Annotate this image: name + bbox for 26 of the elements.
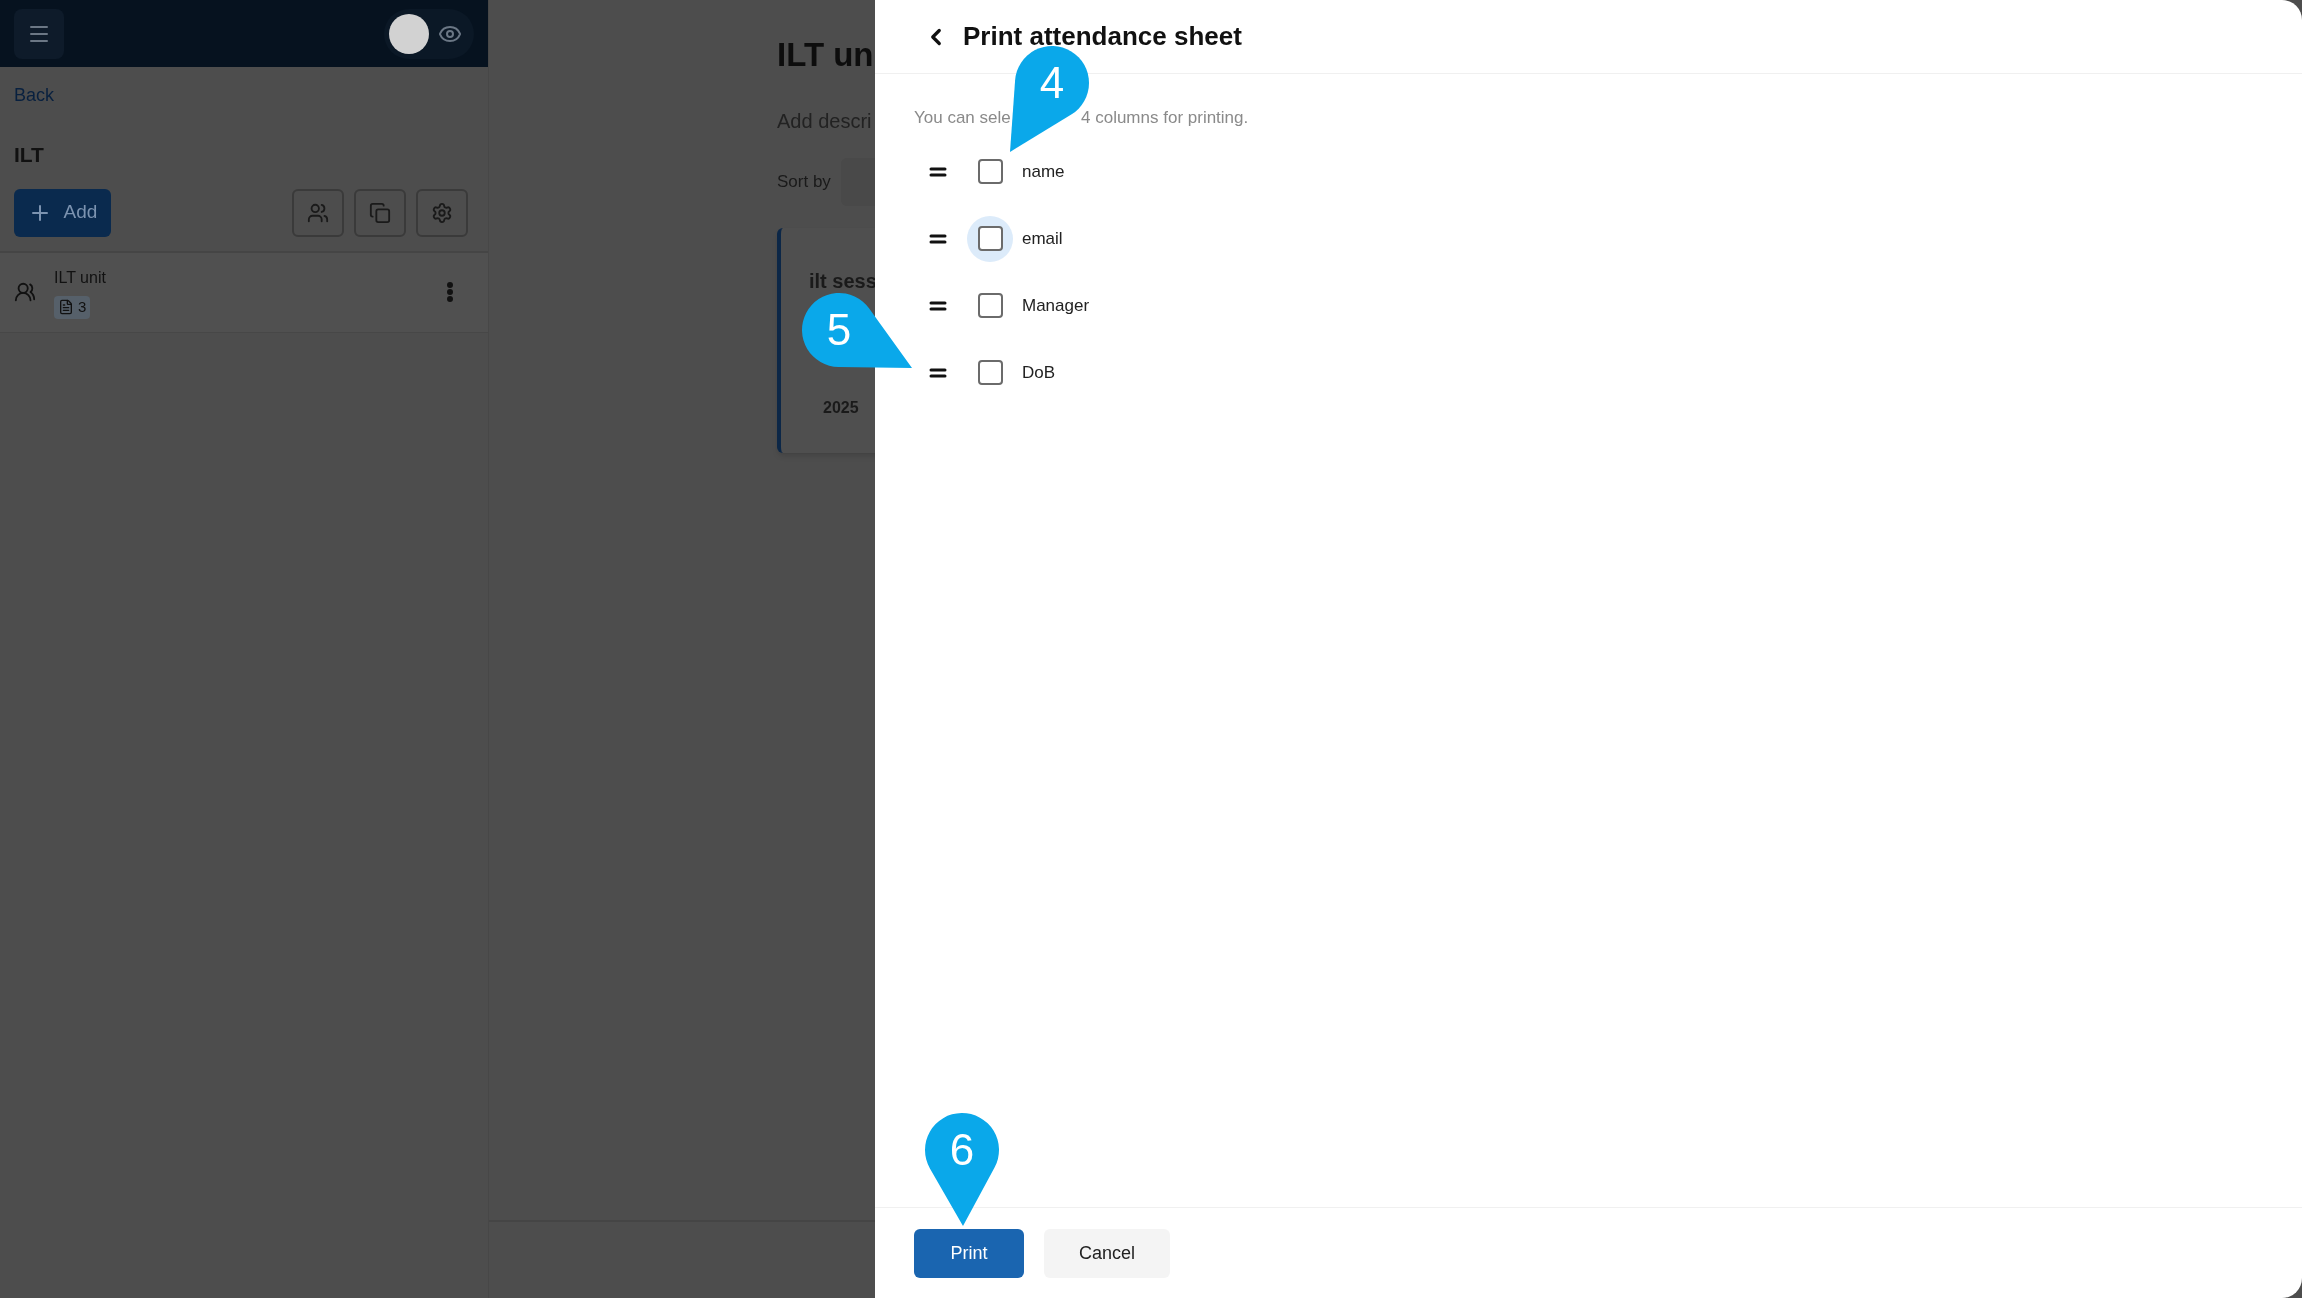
callout-pin: 6: [925, 1113, 999, 1226]
menu-button[interactable]: [14, 8, 64, 59]
add-button[interactable]: Add: [14, 188, 111, 237]
checkbox[interactable]: [977, 159, 1003, 184]
copy-icon: [369, 201, 391, 224]
checkbox[interactable]: [977, 293, 1003, 318]
unit-name: ILT unit: [54, 267, 107, 288]
callout-pin: 5: [802, 293, 912, 368]
group-icon: [14, 281, 36, 303]
checkbox[interactable]: [977, 360, 1003, 385]
column-label: Manager: [1022, 294, 1090, 317]
settings-icon: [431, 201, 453, 224]
session-count-badge: 3: [54, 295, 91, 319]
print-button[interactable]: Print: [914, 1228, 1024, 1278]
users-icon: [307, 201, 329, 224]
hint-text: You can sele: [914, 108, 1011, 127]
column-label: DoB: [1022, 361, 1056, 384]
toggle-knob: [389, 13, 429, 54]
column-label: email: [1022, 227, 1063, 250]
checkbox[interactable]: [977, 226, 1003, 251]
page-title: ILT un: [777, 38, 875, 71]
panel-title: Print attendance sheet: [963, 20, 1242, 53]
hint-text: 4 columns for printing.: [1081, 107, 1249, 129]
column-label: name: [1022, 160, 1065, 183]
section-title: ILT: [14, 142, 45, 168]
cancel-button[interactable]: Cancel: [1044, 1228, 1170, 1278]
